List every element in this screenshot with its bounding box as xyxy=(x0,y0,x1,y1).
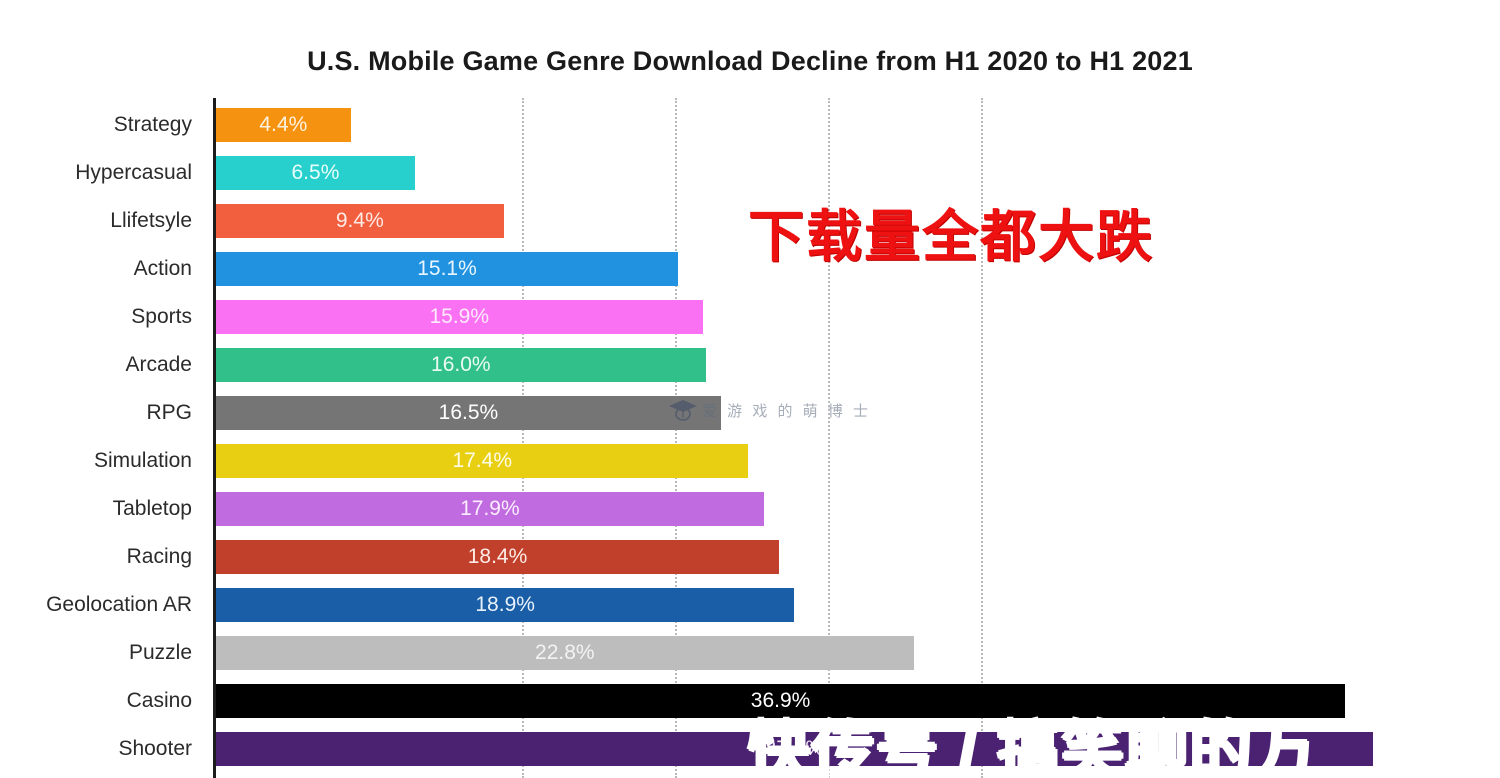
category-label: Sports xyxy=(131,305,192,328)
category-label: RPG xyxy=(146,401,192,424)
bar-row: Geolocation AR 18.9% xyxy=(0,588,1500,636)
bar-value-label: 9.4% xyxy=(335,209,384,232)
bar-value-label: 18.9% xyxy=(475,593,535,616)
category-label: Arcade xyxy=(125,353,192,376)
bar-row: Sports 15.9% xyxy=(0,300,1500,348)
bar-row: Puzzle 22.8% xyxy=(0,636,1500,684)
bar-value-label: 4.4% xyxy=(259,113,308,136)
bottom-watermark-text: 快传号 / 搞笑聊的万 xyxy=(748,717,1318,778)
bar-value-label: 18.4% xyxy=(467,545,528,568)
category-label: Shooter xyxy=(118,737,192,760)
red-annotation-text: 下载量全都大跌 xyxy=(748,205,1154,268)
center-watermark: 爱 游 戏 的 萌 博 士 xyxy=(668,398,871,422)
category-label: Strategy xyxy=(113,113,192,136)
chart-screenshot: U.S. Mobile Game Genre Download Decline … xyxy=(0,0,1500,778)
category-label: Simulation xyxy=(93,449,192,472)
category-label: Casino xyxy=(126,689,192,712)
bar-row: Racing 18.4% xyxy=(0,540,1500,588)
category-label: Racing xyxy=(126,545,192,568)
category-label: Llifetsyle xyxy=(110,209,192,232)
category-label: Action xyxy=(133,257,192,280)
bar-value-label: 22.8% xyxy=(535,641,595,664)
bar-value-label: 15.1% xyxy=(417,257,477,280)
graduation-cap-icon xyxy=(669,400,697,421)
category-label: Hypercasual xyxy=(75,161,192,184)
bar-row: Simulation 17.4% xyxy=(0,444,1500,492)
bar-value-label: 6.5% xyxy=(291,161,340,184)
bar-value-label: 17.4% xyxy=(452,449,512,472)
bar-value-label: 15.9% xyxy=(429,305,490,328)
category-label: Tabletop xyxy=(112,497,192,520)
bar-row: Tabletop 17.9% xyxy=(0,492,1500,540)
center-watermark-text: 爱 游 戏 的 萌 博 士 xyxy=(702,402,872,420)
bar-row: Arcade 16.0% xyxy=(0,348,1500,396)
bar-row: Strategy 4.4% xyxy=(0,108,1500,156)
bar-value-label: 16.0% xyxy=(431,353,491,376)
bar-value-label: 16.5% xyxy=(438,401,499,424)
bar-value-label: 17.9% xyxy=(460,497,520,520)
page-title: U.S. Mobile Game Genre Download Decline … xyxy=(307,46,1193,76)
category-label: Geolocation AR xyxy=(46,593,192,616)
category-label: Puzzle xyxy=(128,641,192,664)
